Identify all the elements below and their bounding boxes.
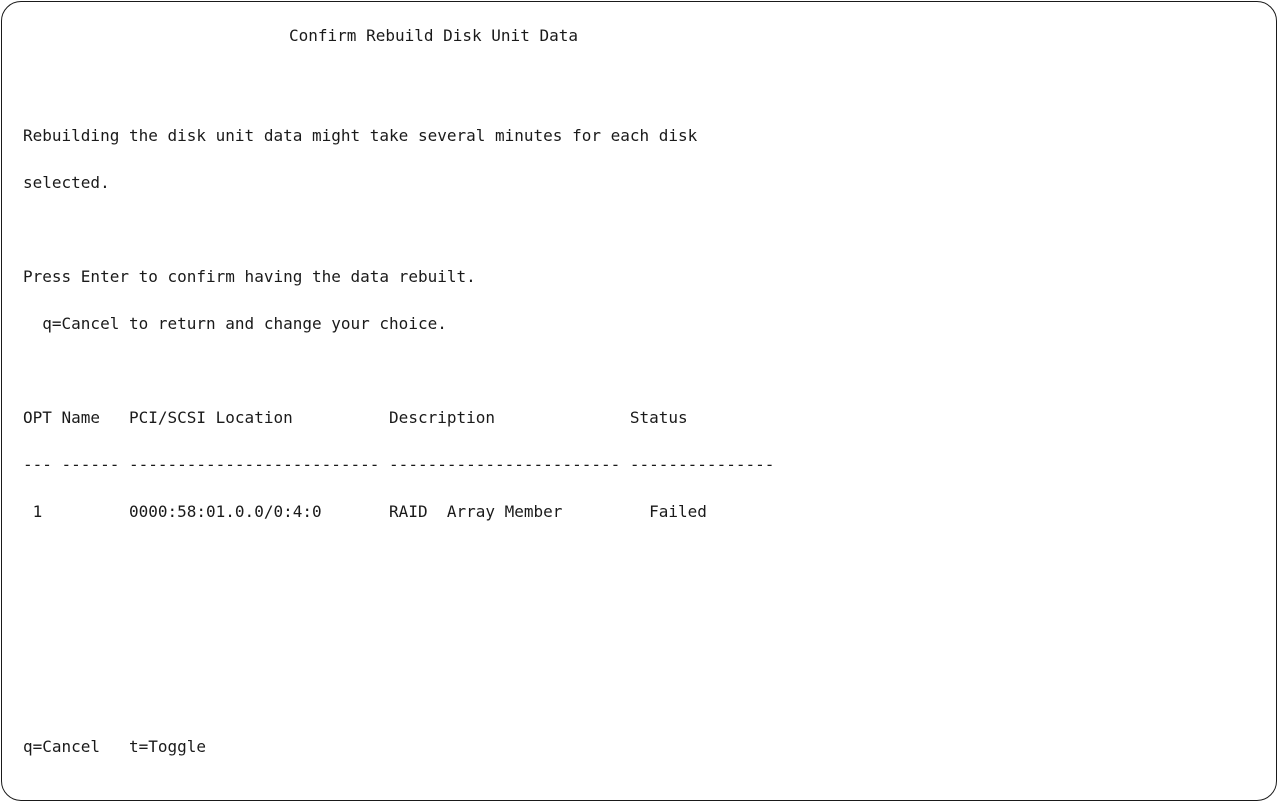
message-line-2: selected. [23, 173, 110, 192]
cancel-hint-text: q=Cancel to return and change your choic… [23, 314, 447, 333]
page-title: Confirm Rebuild Disk Unit Data [289, 26, 578, 45]
table-row[interactable]: 1 0000:58:01.0.0/0:4:0 RAID Array Member… [23, 502, 707, 522]
table-separator: --- ------ -------------------------- --… [23, 455, 775, 474]
table-header: OPT Name PCI/SCSI Location Description S… [23, 408, 688, 427]
instruction-text: Press Enter to confirm having the data r… [23, 267, 476, 286]
terminal-screen: Confirm Rebuild Disk Unit Data Rebuildin… [1, 1, 1277, 801]
function-key-legend[interactable]: q=Cancel t=Toggle [23, 737, 206, 757]
message-line-1: Rebuilding the disk unit data might take… [23, 126, 698, 145]
